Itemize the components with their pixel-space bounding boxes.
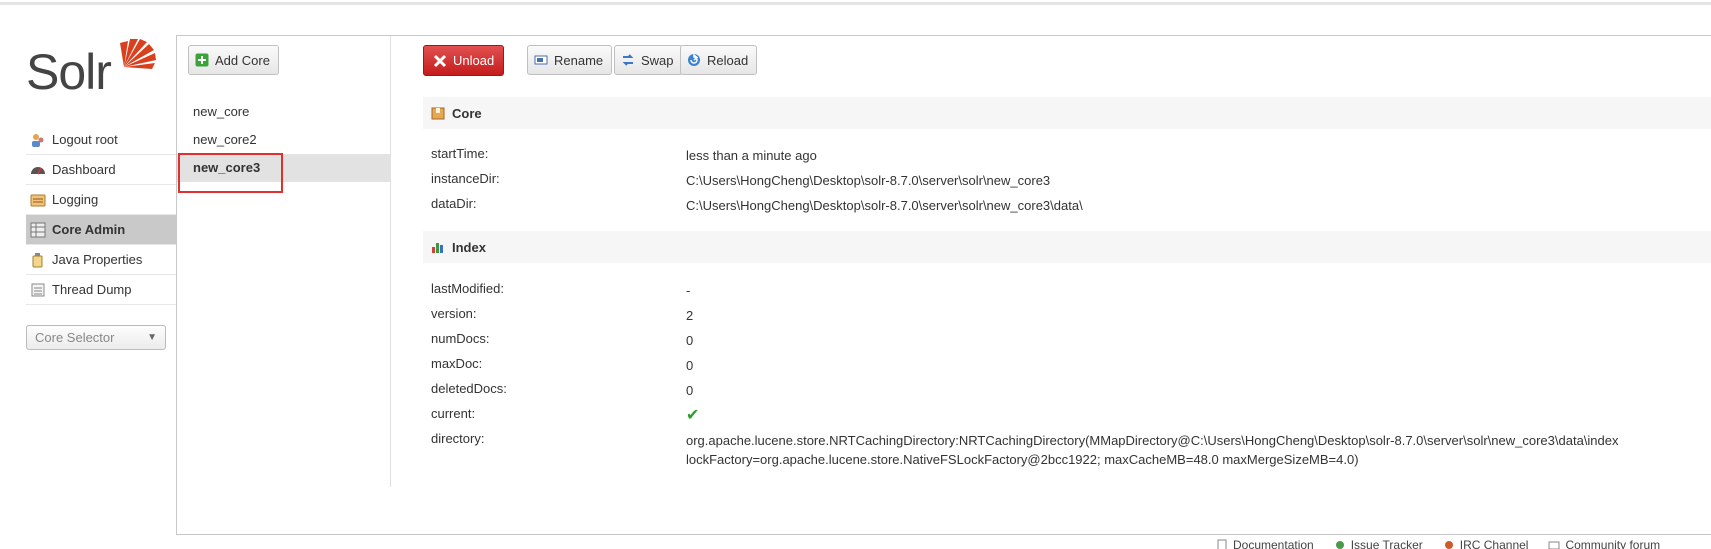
core-admin-icon — [30, 222, 46, 238]
add-core-button[interactable]: Add Core — [188, 45, 279, 75]
info-key: startTime: — [431, 146, 489, 161]
footer-link-label: Community forum — [1565, 538, 1661, 549]
nav-thread-dump-label: Thread Dump — [52, 282, 132, 297]
info-value: C:\Users\HongCheng\Desktop\solr-8.7.0\se… — [686, 198, 1083, 213]
core-list-panel: Add Core new_core new_core2 new_core3 — [177, 36, 391, 487]
thread-dump-icon — [30, 282, 46, 298]
footer-links: Documentation Issue Tracker IRC Channel … — [1216, 538, 1660, 549]
footer-link-label: Issue Tracker — [1350, 538, 1423, 549]
info-key: lastModified: — [431, 281, 504, 296]
dashboard-icon — [30, 162, 46, 178]
nav-dashboard[interactable]: Dashboard — [26, 155, 176, 185]
bug-icon — [1334, 539, 1346, 549]
document-icon — [1216, 539, 1228, 549]
nav-thread-dump[interactable]: Thread Dump — [26, 275, 176, 305]
nav-logging[interactable]: Logging — [26, 185, 176, 215]
content-frame: Add Core new_core new_core2 new_core3 Un… — [176, 35, 1711, 535]
info-value: C:\Users\HongCheng\Desktop\solr-8.7.0\se… — [686, 173, 1051, 188]
footer-link-issue-tracker[interactable]: Issue Tracker — [1334, 538, 1423, 549]
plus-icon — [195, 53, 209, 67]
package-icon — [431, 106, 445, 120]
logging-icon — [30, 192, 46, 208]
bar-chart-icon — [431, 240, 445, 254]
footer-link-label: IRC Channel — [1459, 538, 1529, 549]
info-value: 0 — [686, 383, 694, 398]
solr-logo[interactable]: Solr — [26, 33, 156, 103]
info-value: org.apache.lucene.store.NRTCachingDirect… — [686, 433, 1619, 467]
info-key: directory: — [431, 431, 485, 446]
core-list-item-label: new_core — [193, 104, 250, 119]
footer-link-label: Documentation — [1233, 538, 1314, 549]
info-value: 0 — [686, 333, 694, 348]
add-core-label: Add Core — [215, 52, 270, 68]
index-section-title: Index — [452, 239, 486, 255]
swap-icon — [621, 53, 635, 67]
solr-sun-icon — [120, 39, 156, 69]
footer-link-irc-channel[interactable]: IRC Channel — [1443, 538, 1529, 549]
core-list-item-label: new_core2 — [193, 132, 257, 147]
top-border — [0, 2, 1711, 5]
java-icon — [30, 252, 46, 268]
rename-button[interactable]: Rename — [527, 45, 613, 75]
info-key: maxDoc: — [431, 356, 483, 371]
rename-icon — [534, 53, 548, 67]
logo-text: Solr — [26, 44, 112, 100]
irc-icon — [1443, 539, 1455, 549]
info-key: dataDir: — [431, 196, 477, 211]
swap-label: Swap — [641, 52, 674, 68]
chevron-down-icon: ▼ — [147, 332, 157, 343]
reload-icon — [687, 53, 701, 67]
nav-dashboard-label: Dashboard — [52, 162, 116, 177]
selection-highlight-box — [178, 153, 283, 193]
footer-link-documentation[interactable]: Documentation — [1216, 538, 1314, 549]
checkmark-icon: ✔ — [686, 407, 700, 424]
info-key: numDocs: — [431, 331, 490, 346]
unload-label: Unload — [453, 53, 495, 68]
close-icon — [433, 54, 447, 68]
nav-core-admin-label: Core Admin — [52, 222, 126, 237]
reload-button[interactable]: Reload — [680, 45, 758, 75]
info-key: current: — [431, 406, 476, 421]
info-key: instanceDir: — [431, 171, 500, 186]
core-section-title: Core — [452, 105, 482, 121]
info-key: version: — [431, 306, 477, 321]
nav-logout[interactable]: Logout root — [26, 125, 176, 155]
nav-core-admin[interactable]: Core Admin — [26, 215, 176, 245]
nav-logout-label: Logout root — [52, 132, 118, 147]
core-list-item[interactable]: new_core2 — [177, 126, 391, 154]
info-value: less than a minute ago — [686, 148, 817, 163]
core-section-header: Core — [423, 97, 1711, 129]
nav-logging-label: Logging — [52, 192, 99, 207]
core-selector-label: Core Selector — [35, 330, 115, 345]
user-icon — [30, 132, 46, 148]
info-value: 2 — [686, 308, 694, 323]
info-key: deletedDocs: — [431, 381, 507, 396]
info-value: 0 — [686, 358, 694, 373]
info-value: - — [686, 283, 691, 298]
rename-label: Rename — [554, 52, 604, 68]
nav-java-properties-label: Java Properties — [52, 252, 143, 267]
main-nav: Logout root Dashboard Logging Core Admin… — [26, 125, 176, 305]
index-section-header: Index — [423, 231, 1711, 263]
nav-java-properties[interactable]: Java Properties — [26, 245, 176, 275]
swap-button[interactable]: Swap — [614, 45, 683, 75]
footer-link-community-forum[interactable]: Community forum — [1548, 538, 1660, 549]
reload-label: Reload — [707, 52, 749, 68]
core-list-item[interactable]: new_core — [177, 98, 391, 126]
unload-button[interactable]: Unload — [423, 45, 505, 76]
core-selector-dropdown[interactable]: Core Selector ▼ — [26, 325, 166, 350]
mail-icon — [1548, 539, 1560, 549]
